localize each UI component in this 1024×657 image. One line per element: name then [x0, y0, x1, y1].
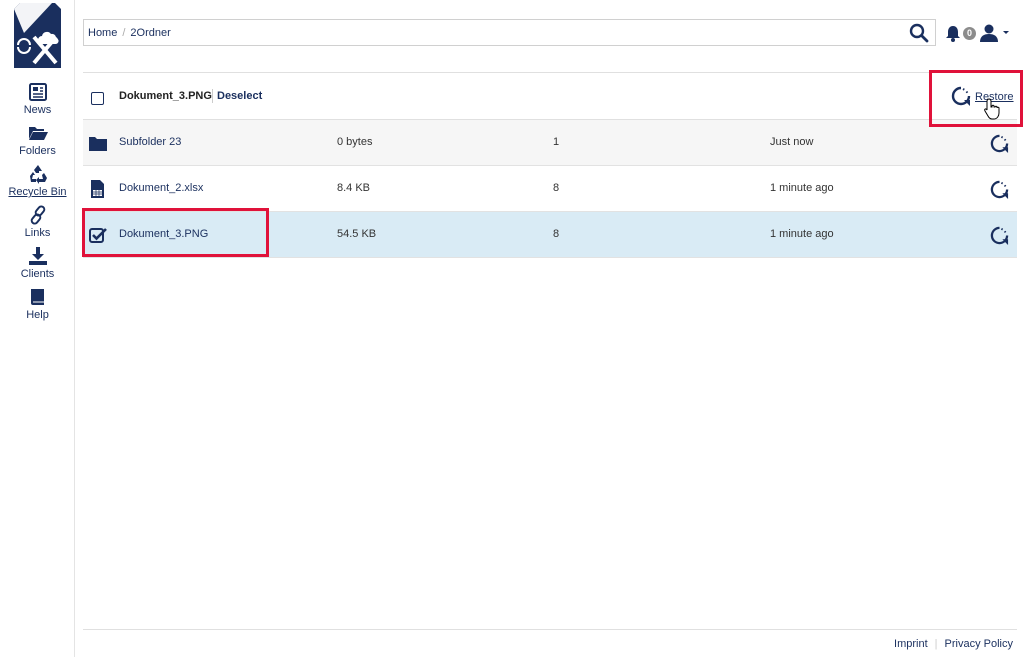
breadcrumb-bar: Home / 2Ordner — [83, 19, 936, 46]
restore-icon[interactable] — [990, 226, 1009, 245]
deleted-date: 1 minute ago — [770, 228, 834, 240]
sidebar-item-folders[interactable]: Folders — [0, 123, 75, 164]
footer-separator: | — [934, 638, 938, 650]
file-list-panel: Dokument_3.PNG Deselect Restore Subfolde… — [83, 72, 1017, 258]
sidebar-item-label: Links — [24, 227, 51, 239]
download-icon — [28, 247, 47, 265]
restore-icon[interactable] — [990, 134, 1009, 153]
privacy-policy-link[interactable]: Privacy Policy — [945, 638, 1013, 650]
sidebar-item-recycle-bin[interactable]: Recycle Bin — [0, 164, 75, 205]
table-row[interactable]: Subfolder 23 0 bytes 1 Just now — [83, 120, 1017, 166]
sidebar-item-label: Clients — [20, 268, 55, 280]
sidebar-item-label: News — [23, 104, 52, 116]
bell-icon[interactable] — [945, 25, 961, 42]
book-icon — [30, 289, 44, 305]
breadcrumb-separator: / — [122, 26, 126, 39]
link-icon — [30, 205, 45, 225]
sidebar-item-help[interactable]: Help — [0, 287, 75, 328]
hand-cursor-icon — [984, 98, 1000, 120]
selected-item-name: Dokument_3.PNG — [119, 90, 212, 102]
oxcloud-logo[interactable] — [14, 3, 61, 68]
restore-icon[interactable] — [990, 180, 1009, 199]
restore-icon — [951, 86, 971, 106]
recycle-icon — [29, 165, 47, 184]
version-count: 1 — [553, 136, 560, 148]
sidebar-item-label: Recycle Bin — [8, 186, 67, 198]
sidebar-item-links[interactable]: Links — [0, 205, 75, 246]
chevron-down-icon[interactable] — [1002, 30, 1010, 36]
sidebar-item-news[interactable]: News — [0, 82, 75, 123]
version-count: 8 — [553, 228, 560, 240]
file-name[interactable]: Dokument_2.xlsx — [119, 182, 203, 194]
breadcrumb: Home / 2Ordner — [84, 27, 171, 39]
folder-icon — [89, 137, 107, 151]
select-all-checkbox[interactable] — [91, 92, 104, 105]
sidebar: News Folders Recycle Bin Links Clients H… — [0, 0, 75, 657]
breadcrumb-current[interactable]: 2Ordner — [130, 27, 170, 39]
deleted-date: Just now — [770, 136, 814, 148]
selection-bar: Dokument_3.PNG Deselect Restore — [83, 72, 1017, 120]
file-name[interactable]: Dokument_3.PNG — [119, 228, 208, 240]
table-row[interactable]: Dokument_2.xlsx 8.4 KB 8 1 minute ago — [83, 166, 1017, 212]
newspaper-icon — [28, 83, 47, 101]
notification-count-badge: 0 — [963, 26, 977, 40]
footer: Imprint | Privacy Policy — [83, 629, 1017, 657]
table-row-selected[interactable]: Dokument_3.PNG 54.5 KB 8 1 minute ago — [83, 212, 1017, 258]
file-size: 54.5 KB — [337, 228, 377, 240]
breadcrumb-home[interactable]: Home — [88, 27, 117, 39]
checkbox-checked-icon[interactable] — [89, 226, 107, 244]
search-icon[interactable] — [909, 23, 929, 43]
sidebar-item-label: Folders — [19, 145, 56, 157]
user-icon[interactable] — [979, 24, 999, 42]
file-size: 0 bytes — [337, 136, 373, 148]
imprint-link[interactable]: Imprint — [894, 638, 928, 650]
version-count: 8 — [553, 182, 560, 194]
sidebar-item-label: Help — [26, 309, 49, 321]
deleted-date: 1 minute ago — [770, 182, 834, 194]
file-size: 8.4 KB — [337, 182, 371, 194]
folder-open-icon — [28, 127, 48, 140]
spreadsheet-file-icon — [91, 180, 104, 198]
deselect-button[interactable]: Deselect — [217, 90, 262, 102]
file-name[interactable]: Subfolder 23 — [119, 136, 181, 148]
header-actions: 0 — [945, 23, 1010, 43]
divider — [212, 89, 213, 103]
sidebar-item-clients[interactable]: Clients — [0, 246, 75, 287]
